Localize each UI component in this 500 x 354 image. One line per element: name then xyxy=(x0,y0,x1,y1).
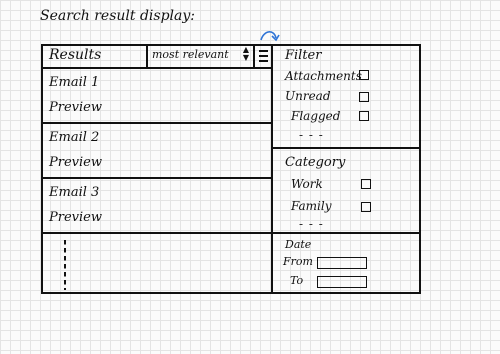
filter-heading: Filter xyxy=(285,48,322,63)
work-checkbox[interactable] xyxy=(361,179,371,189)
filter-option-attachments-label: Attachments xyxy=(285,69,362,83)
email-preview: Preview xyxy=(49,210,102,225)
attachments-checkbox[interactable] xyxy=(359,70,369,80)
email-item[interactable]: Email 1 Preview xyxy=(41,69,271,124)
category-heading: Category xyxy=(285,155,346,170)
email-preview: Preview xyxy=(49,100,102,115)
sort-select[interactable]: most relevant ▲ ▼ xyxy=(146,44,253,67)
sort-select-value: most relevant xyxy=(152,48,229,61)
email-preview: Preview xyxy=(49,155,102,170)
category-option-family-label: Family xyxy=(291,199,332,213)
filter-option-flagged-label: Flagged xyxy=(291,109,341,123)
more-results-indicator[interactable] xyxy=(64,240,68,290)
sort-arrows-icon: ▲ ▼ xyxy=(242,45,249,62)
filter-toggle-button[interactable] xyxy=(253,44,271,67)
email-subject: Email 2 xyxy=(49,130,100,145)
email-subject: Email 3 xyxy=(49,185,100,200)
filter-more-options[interactable]: - - - xyxy=(299,128,324,142)
results-title: Results xyxy=(49,47,102,63)
page-title: Search result display: xyxy=(40,8,195,24)
category-more-options[interactable]: - - - xyxy=(299,217,324,231)
category-option-work-label: Work xyxy=(291,177,323,191)
email-item[interactable]: Email 3 Preview xyxy=(41,179,271,234)
family-checkbox[interactable] xyxy=(361,202,371,212)
filter-panel: Filter Attachments Unread Flagged - - - … xyxy=(273,44,419,294)
filter-section: Filter Attachments Unread Flagged - - - xyxy=(273,44,419,149)
date-from-input[interactable] xyxy=(317,257,367,269)
flagged-checkbox[interactable] xyxy=(359,111,369,121)
email-subject: Email 1 xyxy=(49,75,100,90)
category-section: Category Work Family - - - xyxy=(273,149,419,234)
filter-option-unread-label: Unread xyxy=(285,89,331,103)
date-from-label: From xyxy=(283,255,313,268)
date-to-label: To xyxy=(290,274,304,287)
results-header: Results most relevant ▲ ▼ xyxy=(41,44,271,69)
date-to-input[interactable] xyxy=(317,276,367,288)
unread-checkbox[interactable] xyxy=(359,92,369,102)
date-heading: Date xyxy=(285,238,312,251)
date-section: Date From To xyxy=(273,234,419,292)
email-item[interactable]: Email 2 Preview xyxy=(41,124,271,179)
results-pane: Results most relevant ▲ ▼ Email 1 Preview… xyxy=(41,44,273,294)
